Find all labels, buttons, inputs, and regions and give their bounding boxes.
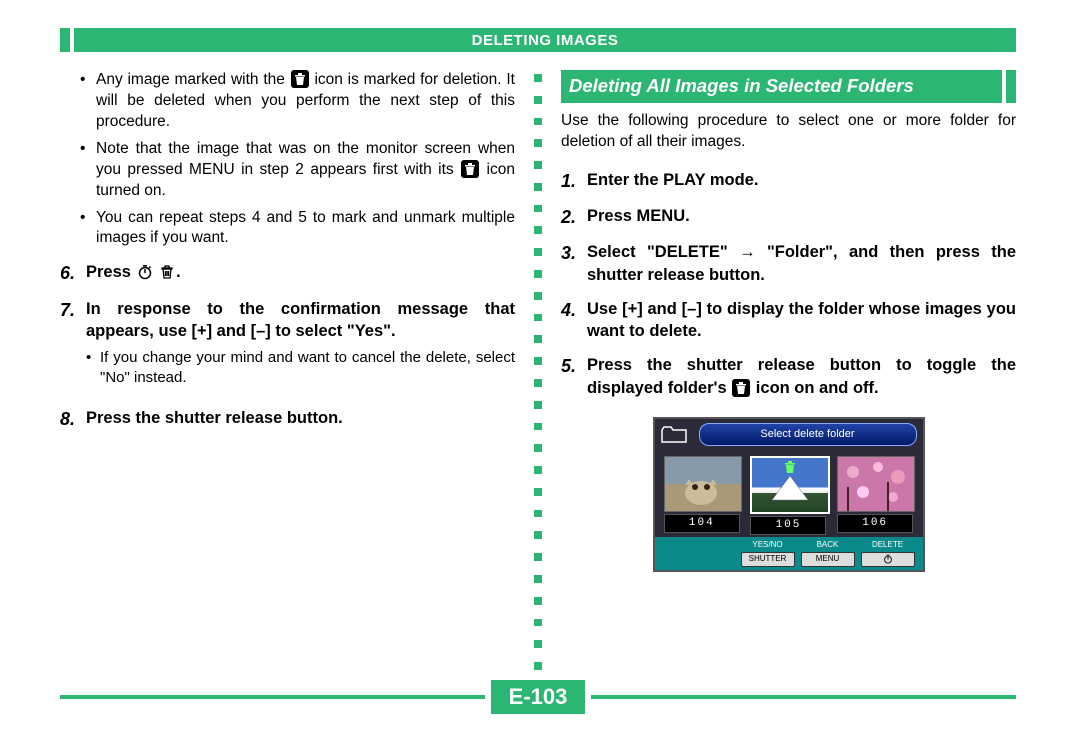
left-column: Any image marked with the icon is marked… (60, 70, 515, 670)
thumb-label: 106 (837, 514, 913, 533)
header-title: DELETING IMAGES (74, 28, 1016, 52)
step-number: 3. (561, 241, 587, 286)
step-number: 7. (60, 298, 86, 343)
step-8: 8. Press the shutter release button. (60, 407, 515, 431)
bullet-item: Note that the image that was on the moni… (60, 139, 515, 202)
intro-text: Use the following procedure to select on… (561, 111, 1016, 153)
step-7-sub: If you change your mind and want to canc… (60, 348, 515, 389)
btn-group-yesno: YES/NO SHUTTER (741, 540, 795, 568)
trash-icon (461, 160, 479, 178)
step-text: In response to the confirmation message … (86, 298, 515, 343)
lcd-label: BACK (817, 540, 839, 551)
lcd-header: Select delete folder (655, 419, 923, 450)
lcd-button-bar: YES/NO SHUTTER BACK MENU DELETE (655, 537, 923, 571)
thumb-image (837, 456, 915, 512)
manual-page: DELETING IMAGES Any image marked with th… (60, 28, 1016, 698)
flowers-drawing (838, 457, 914, 511)
page-number: E-103 (491, 680, 586, 714)
lcd-title: Select delete folder (699, 423, 917, 446)
content-columns: Any image marked with the icon is marked… (60, 70, 1016, 670)
step-6: 6. Press . (60, 261, 515, 285)
step-number: 5. (561, 354, 587, 399)
right-column: Deleting All Images in Selected Folders … (561, 70, 1016, 670)
lcd-button: MENU (801, 552, 855, 567)
step-text: Press MENU. (587, 205, 1016, 229)
bullet-item: Any image marked with the icon is marked… (60, 70, 515, 133)
lcd-label: DELETE (872, 540, 903, 551)
step-text: Select "DELETE" → "Folder", and then pre… (587, 241, 1016, 286)
section-heading: Deleting All Images in Selected Folders (561, 70, 1016, 103)
column-divider (515, 70, 561, 670)
thumb-label: 104 (664, 514, 740, 533)
step-text: Press the shutter release button. (86, 407, 515, 431)
cat-drawing (671, 465, 731, 505)
divider-dots (534, 70, 542, 670)
step-text: Enter the PLAY mode. (587, 169, 1016, 193)
thumb-105: 105 (750, 456, 826, 535)
lcd-label: YES/NO (752, 540, 782, 551)
bullet-item: You can repeat steps 4 and 5 to mark and… (60, 208, 515, 250)
mountain-drawing (752, 472, 828, 502)
btn-group-back: BACK MENU (801, 540, 855, 568)
text: icon on and off. (751, 379, 878, 397)
thumb-image (664, 456, 742, 512)
text: . (176, 263, 181, 281)
footer-line-left (60, 695, 485, 699)
lcd-screenshot: Select delete folder 104 105 (653, 417, 925, 572)
step-number: 6. (60, 261, 86, 285)
footer-line-right (591, 695, 1016, 699)
step-7: 7. In response to the confirmation messa… (60, 298, 515, 343)
text: Press (86, 263, 136, 281)
trash-outline-icon (158, 263, 176, 281)
thumb-label: 105 (750, 516, 826, 535)
step-number: 8. (60, 407, 86, 431)
timer-icon (136, 263, 154, 281)
btn-group-delete: DELETE (861, 540, 915, 568)
step-2: 2. Press MENU. (561, 205, 1016, 229)
header-bar: DELETING IMAGES (60, 28, 1016, 52)
folder-icon (661, 424, 687, 444)
step-text: Press the shutter release button to togg… (587, 354, 1016, 399)
thumb-106: 106 (837, 456, 913, 535)
step-text: Press . (86, 261, 515, 285)
sub-bullet: If you change your mind and want to canc… (60, 348, 515, 389)
step-number: 4. (561, 298, 587, 343)
trash-icon (291, 70, 309, 88)
thumb-104: 104 (664, 456, 740, 535)
heading-text: Deleting All Images in Selected Folders (561, 70, 1002, 103)
heading-accent (1006, 70, 1016, 103)
lcd-button (861, 552, 915, 567)
lcd-button: SHUTTER (741, 552, 795, 567)
thumb-image (750, 456, 830, 514)
step-number: 1. (561, 169, 587, 193)
step-5: 5. Press the shutter release button to t… (561, 354, 1016, 399)
footer-bar: E-103 (60, 680, 1016, 714)
left-bullets: Any image marked with the icon is marked… (60, 70, 515, 249)
step-1: 1. Enter the PLAY mode. (561, 169, 1016, 193)
header-accent (60, 28, 70, 52)
step-text: Use [+] and [–] to display the folder wh… (587, 298, 1016, 343)
step-number: 2. (561, 205, 587, 229)
lcd-thumbnails: 104 105 106 (655, 450, 923, 537)
step-3: 3. Select "DELETE" → "Folder", and then … (561, 241, 1016, 286)
trash-icon (732, 379, 750, 397)
step-4: 4. Use [+] and [–] to display the folder… (561, 298, 1016, 343)
